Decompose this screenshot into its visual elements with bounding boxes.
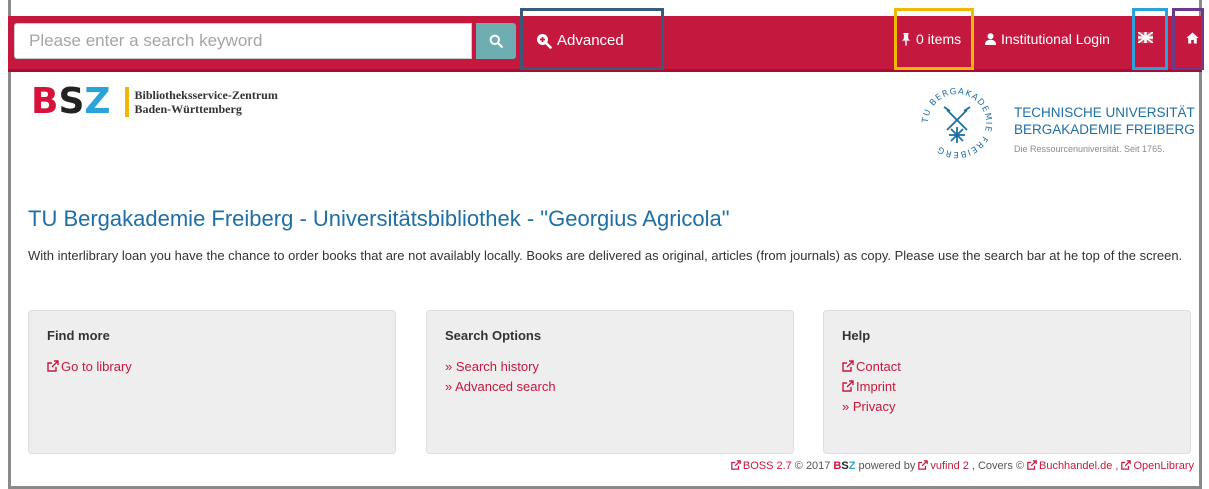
privacy-link[interactable]: » Privacy [842, 397, 1172, 417]
tu-line1: TECHNISCHE UNIVERSITÄT [1014, 105, 1195, 120]
language-switcher[interactable] [1138, 32, 1153, 43]
comma-separator: , [1115, 460, 1119, 472]
openlibrary-label: OpenLibrary [1133, 460, 1194, 472]
search-button[interactable] [476, 23, 516, 59]
items-count-label: 0 items [916, 31, 962, 47]
openlibrary-link[interactable]: OpenLibrary [1121, 460, 1194, 472]
tu-freiberg-wordmark: TECHNISCHE UNIVERSITÄT BERGAKADEMIE FREI… [1014, 104, 1195, 158]
panel-title: Help [842, 328, 871, 343]
bsz-letter-b: B [31, 81, 59, 122]
user-icon [985, 33, 996, 45]
advanced-search-link[interactable]: Advanced [536, 32, 624, 49]
zoom-in-icon [537, 33, 552, 49]
panel-help: Help Contact Imprint » Privacy [823, 310, 1191, 454]
link-label: Imprint [856, 379, 896, 394]
boss-link[interactable]: BOSS 2.7 [731, 460, 792, 472]
bsz-line2: Baden-Württemberg [134, 102, 242, 116]
external-link-icon [918, 460, 929, 470]
page-title: TU Bergakademie Freiberg - Universitätsb… [28, 206, 730, 231]
bsz-mini-s: S [841, 460, 849, 472]
boss-label: BOSS 2.7 [742, 460, 792, 472]
buchhandel-link[interactable]: Buchhandel.de [1027, 460, 1112, 472]
imprint-link[interactable]: Imprint [842, 377, 1172, 397]
bsz-name: Bibliotheksservice-Zentrum Baden-Württem… [135, 88, 278, 116]
tu-tagline: Die Ressourcenuniversität. Seit 1765. [1014, 144, 1165, 154]
tu-line2: BERGAKADEMIE FREIBERG [1014, 122, 1195, 137]
home-link[interactable] [1186, 32, 1199, 44]
panel-search-options: Search Options » Search history » Advanc… [426, 310, 794, 454]
seal-text: TU BERGAKADEMIE FREIBERG [921, 87, 992, 159]
footer: BOSS 2.7 © 2017 BSZ powered by vufind 2 … [731, 460, 1194, 472]
powered-text: powered by [858, 460, 916, 472]
institutional-login-link[interactable]: Institutional Login [985, 31, 1110, 47]
saved-items-link[interactable]: 0 items [901, 31, 961, 47]
advanced-search-panel-link[interactable]: » Advanced search [445, 377, 775, 397]
uk-flag-icon [1138, 32, 1153, 43]
external-link-icon [842, 380, 854, 392]
bsz-divider [124, 87, 129, 117]
search-history-link[interactable]: » Search history [445, 357, 775, 377]
link-label: Go to library [61, 359, 132, 374]
search-input[interactable] [14, 23, 472, 59]
bsz-letter-z: Z [84, 81, 111, 122]
intro-text: With interlibrary loan you have the chan… [28, 248, 1183, 263]
svg-text:TU BERGAKADEMIE FREIBERG: TU BERGAKADEMIE FREIBERG [921, 87, 993, 159]
top-navbar: Advanced 0 items Institutional Login [8, 16, 1202, 72]
pin-icon [902, 32, 910, 46]
home-icon [1186, 32, 1199, 44]
external-link-icon [47, 360, 59, 372]
vufind-label: vufind 2 [930, 460, 969, 472]
external-link-icon [1027, 460, 1037, 470]
advanced-label: Advanced [557, 32, 624, 49]
bsz-line1: Bibliotheksservice-Zentrum [134, 88, 278, 102]
bsz-letter-s: S [58, 81, 85, 122]
panel-title: Find more [47, 328, 110, 343]
external-link-icon [1121, 460, 1132, 470]
bsz-logo[interactable]: BSZ Bibliotheksservice-Zentrum Baden-Wür… [31, 84, 278, 120]
covers-text: , Covers © [971, 460, 1024, 472]
external-link-icon [731, 460, 741, 470]
login-label: Institutional Login [1001, 31, 1110, 47]
go-to-library-link[interactable]: Go to library [47, 357, 377, 377]
panel-title: Search Options [445, 328, 542, 343]
bsz-mini-logo: BSZ [833, 460, 855, 472]
bsz-mini-z: Z [848, 460, 856, 472]
bsz-letters: BSZ [31, 84, 111, 120]
link-label: Contact [856, 359, 901, 374]
buchhandel-label: Buchhandel.de [1038, 460, 1113, 472]
contact-link[interactable]: Contact [842, 357, 1172, 377]
search-icon [489, 34, 503, 48]
tu-freiberg-seal: TU BERGAKADEMIE FREIBERG [918, 83, 996, 163]
external-link-icon [842, 360, 854, 372]
panel-find-more: Find more Go to library [28, 310, 396, 454]
copyright-text: © 2017 [794, 460, 831, 472]
vufind-link[interactable]: vufind 2 [918, 460, 969, 472]
